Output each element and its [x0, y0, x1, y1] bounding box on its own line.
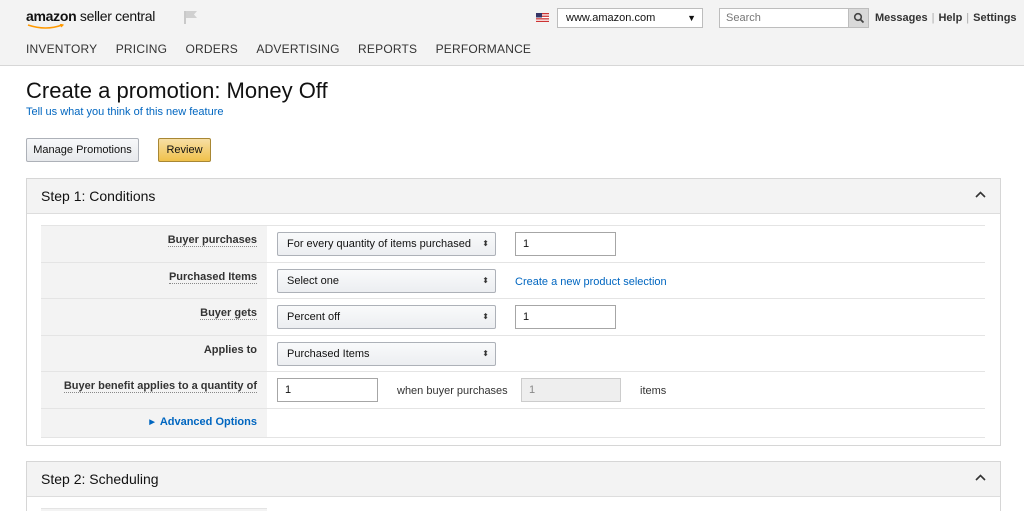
step2-title: Step 2: Scheduling: [41, 471, 159, 487]
buyer-purchases-select[interactable]: For every quantity of items purchased ⬍: [277, 232, 496, 256]
buyer-purchases-select-value: For every quantity of items purchased: [287, 238, 472, 250]
us-flag-icon: [536, 13, 549, 22]
nav-performance[interactable]: PERFORMANCE: [436, 42, 532, 56]
conditions-form: Buyer purchases For every quantity of it…: [41, 225, 985, 438]
step1-conditions-panel: Step 1: Conditions Buyer purchases For e…: [26, 178, 1001, 446]
nav-orders[interactable]: ORDERS: [185, 42, 238, 56]
marketplace-value: www.amazon.com: [566, 12, 656, 24]
purchased-items-label: Purchased Items: [168, 270, 257, 284]
row-buyer-gets: Buyer gets Percent off ⬍ 1: [41, 298, 985, 335]
row-advanced-options: ▶ Advanced Options: [41, 407, 985, 438]
benefit-quantity-label: Buyer benefit applies to a quantity of: [63, 380, 257, 393]
nav-reports[interactable]: REPORTS: [358, 42, 417, 56]
row-applies-to: Applies to Purchased Items ⬍: [41, 334, 985, 371]
caret-right-icon: ▶: [149, 418, 155, 426]
search-icon: [853, 12, 865, 24]
page-title: Create a promotion: Money Off: [26, 78, 328, 103]
advanced-options-toggle[interactable]: ▶ Advanced Options: [149, 416, 257, 428]
chevron-down-icon: ▼: [687, 13, 696, 23]
applies-to-label: Applies to: [203, 343, 257, 356]
buyer-gets-label: Buyer gets: [200, 307, 257, 320]
buyer-gets-select[interactable]: Percent off ⬍: [277, 305, 496, 329]
buyer-gets-select-value: Percent off: [287, 311, 340, 323]
when-buyer-purchases-text: when buyer purchases: [397, 385, 508, 397]
top-header: amazon seller central www.amazon.com ▼ S…: [0, 0, 1024, 66]
select-arrows-icon: ⬍: [482, 275, 489, 285]
seller-central-logo[interactable]: amazon seller central: [26, 8, 155, 24]
buyer-purchases-quantity-input[interactable]: 1: [515, 232, 616, 256]
purchased-items-select[interactable]: Select one ⬍: [277, 268, 496, 293]
applies-to-select[interactable]: Purchased Items ⬍: [277, 341, 496, 366]
step2-scheduling-panel: Step 2: Scheduling: [26, 461, 1001, 511]
logo-seller-text: seller central: [79, 8, 156, 24]
logo-amazon-text: amazon: [26, 8, 77, 24]
help-link[interactable]: Help: [938, 12, 962, 24]
advanced-options-label: Advanced Options: [159, 415, 257, 428]
purchase-quantity-input: 1: [521, 378, 621, 402]
buyer-purchases-label: Buyer purchases: [167, 234, 257, 247]
messages-link[interactable]: Messages: [875, 12, 928, 24]
select-arrows-icon: ⬍: [482, 312, 489, 321]
search-input[interactable]: Search: [719, 8, 849, 28]
select-arrows-icon: ⬍: [482, 239, 489, 248]
benefit-quantity-input[interactable]: 1: [277, 378, 378, 402]
nav-inventory[interactable]: INVENTORY: [26, 42, 97, 56]
nav-advertising[interactable]: ADVERTISING: [256, 42, 339, 56]
feedback-link[interactable]: Tell us what you think of this new featu…: [26, 106, 224, 118]
applies-to-select-value: Purchased Items: [287, 347, 370, 360]
top-links: Messages | Help | Settings: [875, 12, 1017, 24]
purchased-items-select-value: Select one: [287, 274, 339, 287]
row-purchased-items: Purchased Items Select one ⬍ Create a ne…: [41, 261, 985, 298]
items-suffix-text: items: [640, 385, 667, 397]
chevron-up-icon[interactable]: [975, 191, 986, 198]
create-product-selection-link[interactable]: Create a new product selection: [515, 276, 667, 288]
row-buyer-purchases: Buyer purchases For every quantity of it…: [41, 225, 985, 262]
review-button[interactable]: Review: [158, 138, 211, 162]
amazon-smile-icon: [27, 24, 65, 29]
flag-icon[interactable]: [183, 10, 199, 24]
manage-promotions-button[interactable]: Manage Promotions: [26, 138, 139, 162]
marketplace-select[interactable]: www.amazon.com ▼: [557, 8, 703, 28]
select-arrows-icon: ⬍: [482, 348, 489, 358]
step2-header[interactable]: Step 2: Scheduling: [27, 462, 1000, 497]
main-nav: INVENTORY PRICING ORDERS ADVERTISING REP…: [26, 42, 546, 56]
chevron-up-icon[interactable]: [975, 474, 986, 481]
step1-title: Step 1: Conditions: [41, 188, 156, 204]
settings-link[interactable]: Settings: [973, 12, 1016, 24]
step1-header[interactable]: Step 1: Conditions: [27, 179, 1000, 214]
search-button[interactable]: [848, 8, 869, 28]
row-benefit-quantity: Buyer benefit applies to a quantity of 1…: [41, 371, 985, 408]
buyer-gets-amount-input[interactable]: 1: [515, 305, 616, 329]
nav-pricing[interactable]: PRICING: [116, 42, 167, 56]
